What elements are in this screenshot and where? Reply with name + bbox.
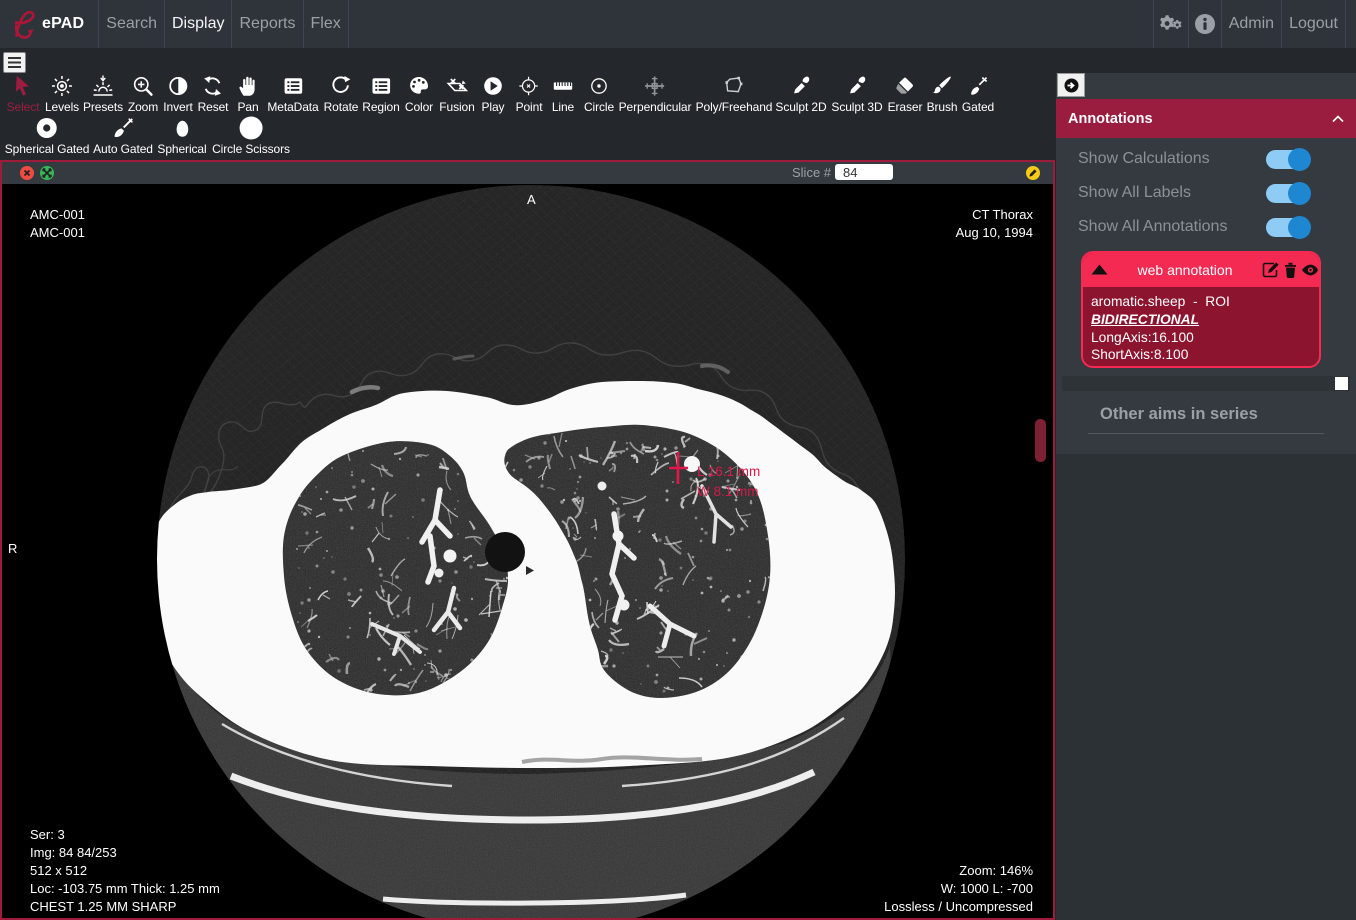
svg-text:L 16.1 mm: L 16.1 mm: [697, 464, 760, 479]
svg-text:W 8.1 mm: W 8.1 mm: [697, 484, 759, 499]
